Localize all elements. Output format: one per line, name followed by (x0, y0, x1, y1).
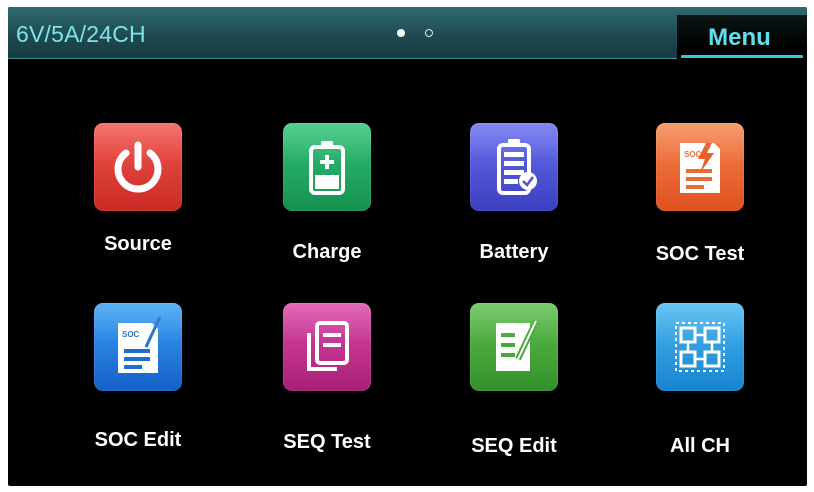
seq-edit-icon[interactable] (470, 303, 558, 391)
battery-check-icon[interactable] (470, 123, 558, 211)
device-screen: 6V/5A/24CH Menu Source Charge Battery SO… (8, 7, 807, 486)
soc-test-icon[interactable]: SOC (656, 123, 744, 211)
menu-tab[interactable]: Menu (677, 15, 807, 59)
svg-text:SOC: SOC (684, 150, 702, 159)
app-label: All CH (670, 435, 730, 457)
app-label: Battery (479, 241, 549, 263)
seq-test-icon[interactable] (283, 303, 371, 391)
battery-charge-icon[interactable] (283, 123, 371, 211)
soc-edit-icon[interactable]: SOC (94, 303, 182, 391)
svg-text:SOC: SOC (122, 330, 140, 339)
all-channels-icon[interactable] (656, 303, 744, 391)
app-label: Source (104, 233, 172, 255)
app-label: SEQ Test (283, 431, 371, 453)
app-label: SOC Test (655, 243, 745, 265)
menu-underline (681, 55, 803, 58)
power-icon[interactable] (94, 123, 182, 211)
app-label: SOC Edit (94, 429, 182, 451)
device-model-label: 6V/5A/24CH (16, 21, 146, 47)
app-label: SEQ Edit (471, 435, 557, 457)
page-indicator-inactive[interactable] (425, 29, 433, 37)
page-indicator-active[interactable] (397, 29, 405, 37)
menu-label: Menu (708, 24, 771, 51)
app-label: Charge (292, 241, 362, 263)
